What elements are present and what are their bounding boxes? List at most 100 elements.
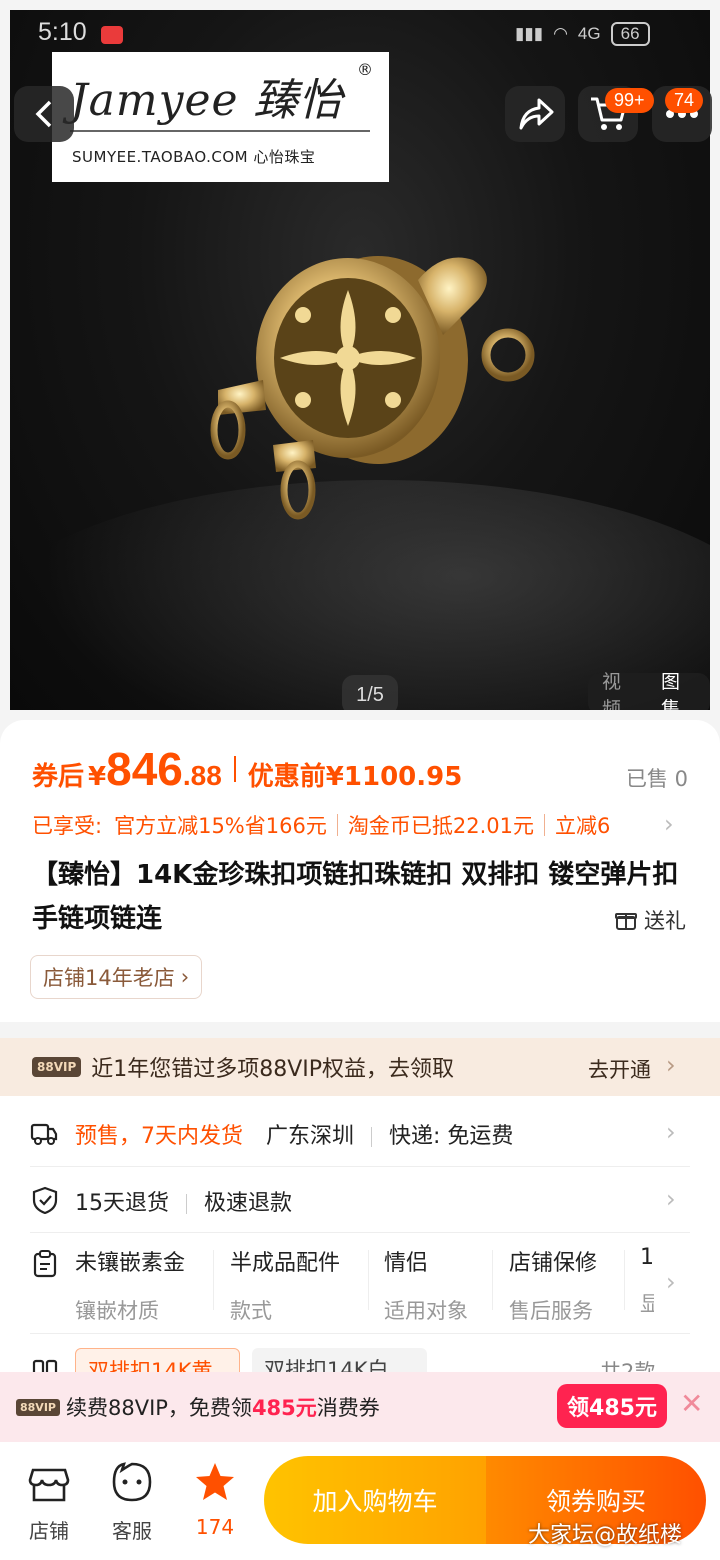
attribute-item: 情侣 适用对象 <box>384 1245 468 1325</box>
renew-text-a: 续费88VIP，免费领 <box>65 1396 252 1420</box>
delivery-truck-icon <box>30 1123 58 1145</box>
attribute-value: 半成品配件 <box>230 1251 341 1276</box>
divider <box>30 1166 690 1167</box>
share-icon <box>519 98 554 130</box>
attribute-key: 镶嵌材质 <box>75 1299 159 1323</box>
shop-logo: Jamyee 臻怡 ® SUMYEE.TAOBAO.COM 心怡珠宝 <box>52 52 389 182</box>
status-indicators: ▮▮▮ ◠ 4G 66 <box>515 22 650 46</box>
ship-origin: 广东深圳 <box>266 1124 355 1149</box>
logo-divider <box>70 130 370 132</box>
promo-divider <box>543 814 545 836</box>
divider <box>213 1250 214 1310</box>
shop-age-badge[interactable]: 店铺14年老店 › <box>30 955 203 999</box>
attribute-item: 店铺保修 售后服务 <box>509 1245 597 1325</box>
price-integer: 846 <box>106 743 183 795</box>
claim-coupon-button[interactable]: 领485元 <box>557 1384 667 1428</box>
chevron-right-icon[interactable]: › <box>666 1185 676 1213</box>
wifi-icon: ◠ <box>553 24 568 43</box>
attribute-key: 显 <box>640 1292 654 1316</box>
chevron-left-icon <box>35 100 52 128</box>
attribute-key: 适用对象 <box>384 1299 468 1323</box>
image-counter: 1/5 <box>342 675 398 710</box>
chevron-right-icon: › <box>180 965 190 989</box>
store-icon <box>28 1468 70 1502</box>
price-label: 券后 <box>32 762 85 792</box>
divider <box>624 1250 625 1310</box>
presale-text: 预售，7天内发货 <box>75 1124 243 1149</box>
add-to-cart-button[interactable]: 加入购物车 <box>264 1456 486 1544</box>
product-clasp-image <box>210 256 535 520</box>
divider <box>368 1250 369 1310</box>
divider <box>186 1194 187 1214</box>
tab-gallery[interactable]: 图集 <box>661 667 696 710</box>
chevron-right-icon[interactable]: › <box>666 1268 676 1296</box>
renew-amount: 485元 <box>251 1396 317 1420</box>
status-bar: 5:10 ▮▮▮ ◠ 4G 66 <box>0 0 720 60</box>
forum-watermark: 大家坛@故纸楼 <box>528 1523 683 1548</box>
promo-prefix: 已享受: <box>32 814 103 838</box>
divider <box>492 1250 493 1310</box>
vip-banner[interactable]: 88VIP 近1年您错过多项88VIP权益，去领取 去开通 › <box>0 1038 720 1096</box>
attribute-value: 店铺保修 <box>509 1251 598 1276</box>
shop-button[interactable]: 店铺 <box>14 1460 84 1544</box>
customer-service-icon <box>112 1462 152 1502</box>
close-icon[interactable]: ✕ <box>680 1387 703 1420</box>
favorite-button[interactable]: 174 <box>180 1460 250 1539</box>
attribute-item: 半成品配件 款式 <box>230 1245 340 1325</box>
back-button[interactable] <box>14 86 74 142</box>
notification-app-icon <box>101 26 123 44</box>
promo-item: 立减6 <box>554 814 611 838</box>
shipping-row[interactable]: 预售，7天内发货 广东深圳 快递: 免运费 <box>75 1118 513 1150</box>
favorite-count: 174 <box>195 1515 235 1539</box>
chevron-right-icon[interactable]: › <box>666 1118 676 1146</box>
renew-text-b: 消费券 <box>316 1396 380 1420</box>
express-fee: 快递: 免运费 <box>389 1124 514 1149</box>
shop-age-label: 店铺14年老店 <box>43 966 175 990</box>
price-currency: ¥ <box>88 762 107 792</box>
attribute-value: 1 <box>640 1245 654 1270</box>
attribute-key: 售后服务 <box>509 1299 593 1323</box>
sold-count: 已售 0 <box>625 767 688 791</box>
chevron-right-icon[interactable]: › <box>664 810 674 838</box>
promo-item: 淘金币已抵22.01元 <box>347 814 534 838</box>
price-decimal: .88 <box>182 760 222 791</box>
vip-renew-bar[interactable]: 88VIP 续费88VIP，免费领485元消费券 领485元 ✕ <box>0 1372 720 1442</box>
promo-divider <box>336 814 338 836</box>
clipboard-icon <box>33 1250 57 1278</box>
product-title: 【臻怡】14K金珍珠扣项链扣珠链扣 双排扣 镂空弹片扣 手链项链连 <box>32 860 679 934</box>
network-label: 4G <box>577 24 601 43</box>
status-time: 5:10 <box>38 18 87 46</box>
gift-label: 送礼 <box>644 909 686 933</box>
refund-policy: 极速退款 <box>204 1191 293 1216</box>
gift-button[interactable]: 送礼 <box>614 905 686 935</box>
shield-check-icon <box>32 1186 58 1214</box>
tab-video[interactable]: 视频 <box>602 667 637 710</box>
logo-wordmark: Jamyee 臻怡 <box>70 75 344 126</box>
divider <box>30 1333 690 1334</box>
vip-text: 近1年您错过多项88VIP权益，去领取 <box>91 1057 455 1082</box>
attribute-value: 未镶嵌素金 <box>75 1251 186 1276</box>
chevron-right-icon: › <box>666 1051 676 1079</box>
promo-item: 官方立减15%省166元 <box>114 814 327 838</box>
original-price: 优惠前¥1100.95 <box>247 762 463 792</box>
vip-badge: 88VIP <box>16 1398 60 1416</box>
attribute-item: 未镶嵌素金 镶嵌材质 <box>75 1245 185 1325</box>
gift-icon <box>615 913 637 930</box>
service-label: 客服 <box>112 1519 152 1543</box>
shop-label: 店铺 <box>29 1519 69 1543</box>
more-count-badge: 74 <box>665 88 704 113</box>
vip-open-link[interactable]: 去开通 <box>588 1054 651 1084</box>
returns-row[interactable]: 15天退货 极速退款 <box>75 1185 292 1217</box>
cart-count-badge: 99+ <box>605 88 654 113</box>
renew-text: 续费88VIP，免费领485元消费券 <box>66 1392 380 1422</box>
star-icon <box>196 1463 234 1500</box>
return-policy: 15天退货 <box>75 1191 169 1216</box>
attribute-value: 情侣 <box>384 1251 429 1276</box>
price-divider <box>233 756 236 782</box>
share-button[interactable] <box>505 86 565 142</box>
divider <box>371 1127 373 1147</box>
service-button[interactable]: 客服 <box>97 1460 167 1544</box>
battery-icon: 66 <box>610 22 650 46</box>
attribute-key: 款式 <box>230 1299 272 1323</box>
promo-row[interactable]: 已享受: 官方立减15%省166元 淘金币已抵22.01元 立减6 <box>32 810 682 840</box>
